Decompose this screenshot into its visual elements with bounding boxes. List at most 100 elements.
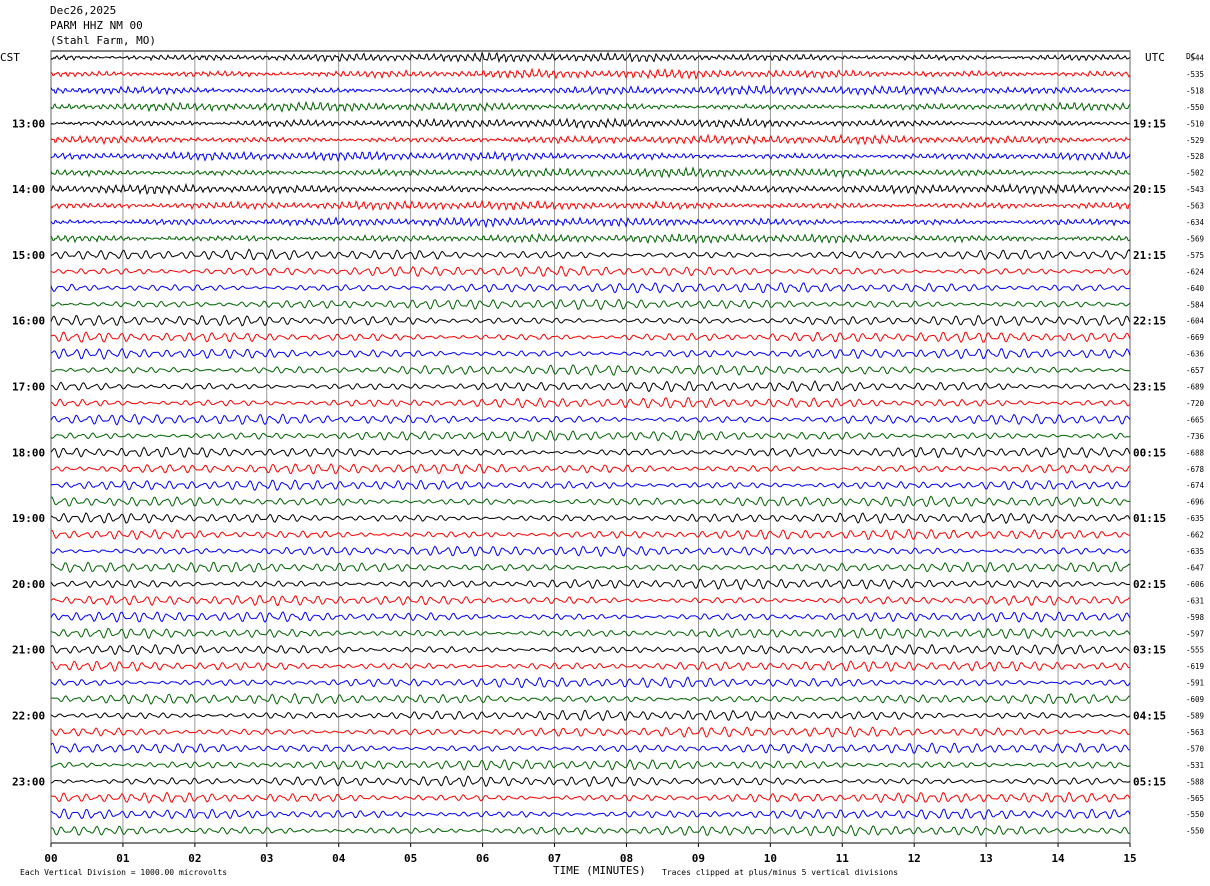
dc-offset-value: -635 bbox=[1186, 547, 1204, 556]
dc-offset-value: -570 bbox=[1186, 744, 1205, 753]
trace-line bbox=[50, 364, 1131, 376]
x-tick-label: 00 bbox=[44, 852, 57, 865]
x-axis-title: TIME (MINUTES) bbox=[553, 864, 646, 877]
left-hour-label: 22:00 bbox=[12, 710, 45, 723]
trace-line bbox=[50, 742, 1131, 754]
left-hour-label: 23:00 bbox=[12, 775, 45, 788]
dc-offset-value: -604 bbox=[1186, 317, 1205, 326]
dc-offset-value: -555 bbox=[1186, 646, 1204, 655]
right-hour-label: 05:15 bbox=[1133, 775, 1166, 788]
dc-offset-value: -565 bbox=[1186, 794, 1204, 803]
right-time-axis: 19:15 20:15 21:15 22:15 23:15 00:15 01:15 02:15… bbox=[1133, 117, 1166, 788]
dc-offset-value: -631 bbox=[1186, 596, 1204, 605]
trace-line bbox=[50, 182, 1131, 196]
dc-offset-value: -591 bbox=[1186, 679, 1204, 688]
trace-line bbox=[50, 479, 1131, 492]
left-hour-label: 17:00 bbox=[12, 381, 45, 394]
trace-line bbox=[50, 67, 1131, 81]
trace-line bbox=[50, 463, 1131, 475]
dc-offset-value: -575 bbox=[1186, 251, 1204, 260]
trace-line bbox=[50, 824, 1131, 837]
right-hour-label: 21:15 bbox=[1133, 249, 1166, 262]
x-axis: 00 01 02 03 04 05 06 07 08 09 10 11 12 13 14 15 bbox=[44, 843, 1137, 865]
trace-line bbox=[50, 578, 1131, 591]
trace-line bbox=[50, 692, 1131, 705]
right-hour-label: 03:15 bbox=[1133, 644, 1166, 657]
trace-line bbox=[50, 561, 1131, 573]
dc-offset-value: -597 bbox=[1186, 629, 1204, 638]
seismic-traces bbox=[50, 51, 1131, 837]
left-timezone-label: CST bbox=[0, 51, 20, 64]
dc-offset-column: -544-535-518-550-510-529-528-502-543-563… bbox=[1186, 54, 1205, 836]
trace-line bbox=[50, 627, 1131, 640]
dc-offset-value: -584 bbox=[1186, 300, 1205, 309]
x-tick-label: 04 bbox=[332, 852, 346, 865]
trace-line bbox=[50, 117, 1131, 130]
trace-line bbox=[50, 232, 1131, 245]
trace-line bbox=[50, 347, 1131, 360]
dc-offset-value: -636 bbox=[1186, 350, 1205, 359]
dc-offset-value: -550 bbox=[1186, 827, 1205, 836]
plot-frame bbox=[50, 50, 1131, 844]
dc-offset-value: -563 bbox=[1186, 202, 1204, 211]
trace-line bbox=[50, 199, 1131, 212]
dc-offset-value: -529 bbox=[1186, 136, 1204, 145]
dc-offset-value: -665 bbox=[1186, 415, 1204, 424]
trace-line bbox=[50, 611, 1131, 623]
trace-line bbox=[50, 430, 1131, 442]
dc-offset-value: -543 bbox=[1186, 185, 1204, 194]
right-timezone-label: UTC bbox=[1145, 51, 1165, 64]
trace-line bbox=[50, 380, 1131, 393]
trace-line bbox=[50, 726, 1131, 738]
trace-line bbox=[50, 660, 1131, 672]
x-tick-label: 09 bbox=[692, 852, 705, 865]
trace-line bbox=[50, 528, 1130, 541]
trace-line bbox=[50, 282, 1131, 294]
x-tick-label: 13 bbox=[980, 852, 993, 865]
dc-offset-value: -510 bbox=[1186, 119, 1205, 128]
trace-line bbox=[50, 396, 1131, 409]
trace-line bbox=[50, 133, 1131, 146]
right-hour-label: 20:15 bbox=[1133, 183, 1166, 196]
dc-header-label: DC bbox=[1186, 52, 1196, 61]
trace-line bbox=[50, 165, 1130, 179]
left-hour-label: 21:00 bbox=[12, 644, 45, 657]
trace-line bbox=[50, 791, 1131, 804]
x-tick-label: 12 bbox=[908, 852, 921, 865]
x-tick-label: 01 bbox=[116, 852, 130, 865]
trace-line bbox=[50, 216, 1131, 229]
left-hour-label: 16:00 bbox=[12, 315, 45, 328]
trace-line bbox=[50, 51, 1131, 64]
left-hour-label: 19:00 bbox=[12, 512, 45, 525]
trace-line bbox=[50, 643, 1131, 656]
dc-offset-value: -662 bbox=[1186, 531, 1204, 540]
x-tick-label: 10 bbox=[764, 852, 777, 865]
x-tick-label: 03 bbox=[260, 852, 273, 865]
dc-offset-value: -598 bbox=[1186, 613, 1205, 622]
trace-line bbox=[50, 248, 1131, 261]
dc-offset-value: -669 bbox=[1186, 333, 1204, 342]
left-time-axis: 13:00 14:00 15:00 16:00 17:00 18:00 19:00 20:00… bbox=[12, 117, 45, 788]
left-hour-label: 15:00 bbox=[12, 249, 45, 262]
scale-note: Each Vertical Division = 1000.00 microvo… bbox=[20, 868, 228, 877]
dc-offset-value: -640 bbox=[1186, 284, 1205, 293]
left-hour-label: 13:00 bbox=[12, 117, 45, 130]
dc-offset-value: -569 bbox=[1186, 234, 1204, 243]
dc-offset-value: -674 bbox=[1186, 481, 1205, 490]
trace-line bbox=[50, 150, 1131, 163]
x-tick-label: 02 bbox=[188, 852, 201, 865]
trace-line bbox=[50, 298, 1131, 311]
right-hour-label: 00:15 bbox=[1133, 446, 1166, 459]
dc-offset-value: -678 bbox=[1186, 465, 1205, 474]
dc-offset-value: -528 bbox=[1186, 152, 1205, 161]
dc-offset-value: -588 bbox=[1186, 777, 1205, 786]
right-hour-label: 22:15 bbox=[1133, 315, 1166, 328]
dc-offset-value: -535 bbox=[1186, 70, 1204, 79]
dc-offset-value: -619 bbox=[1186, 662, 1204, 671]
dc-offset-value: -589 bbox=[1186, 712, 1204, 721]
left-hour-label: 20:00 bbox=[12, 578, 45, 591]
dc-offset-value: -696 bbox=[1186, 498, 1205, 507]
trace-line bbox=[50, 545, 1131, 558]
left-hour-label: 14:00 bbox=[12, 183, 45, 196]
time-grid bbox=[50, 50, 1131, 844]
